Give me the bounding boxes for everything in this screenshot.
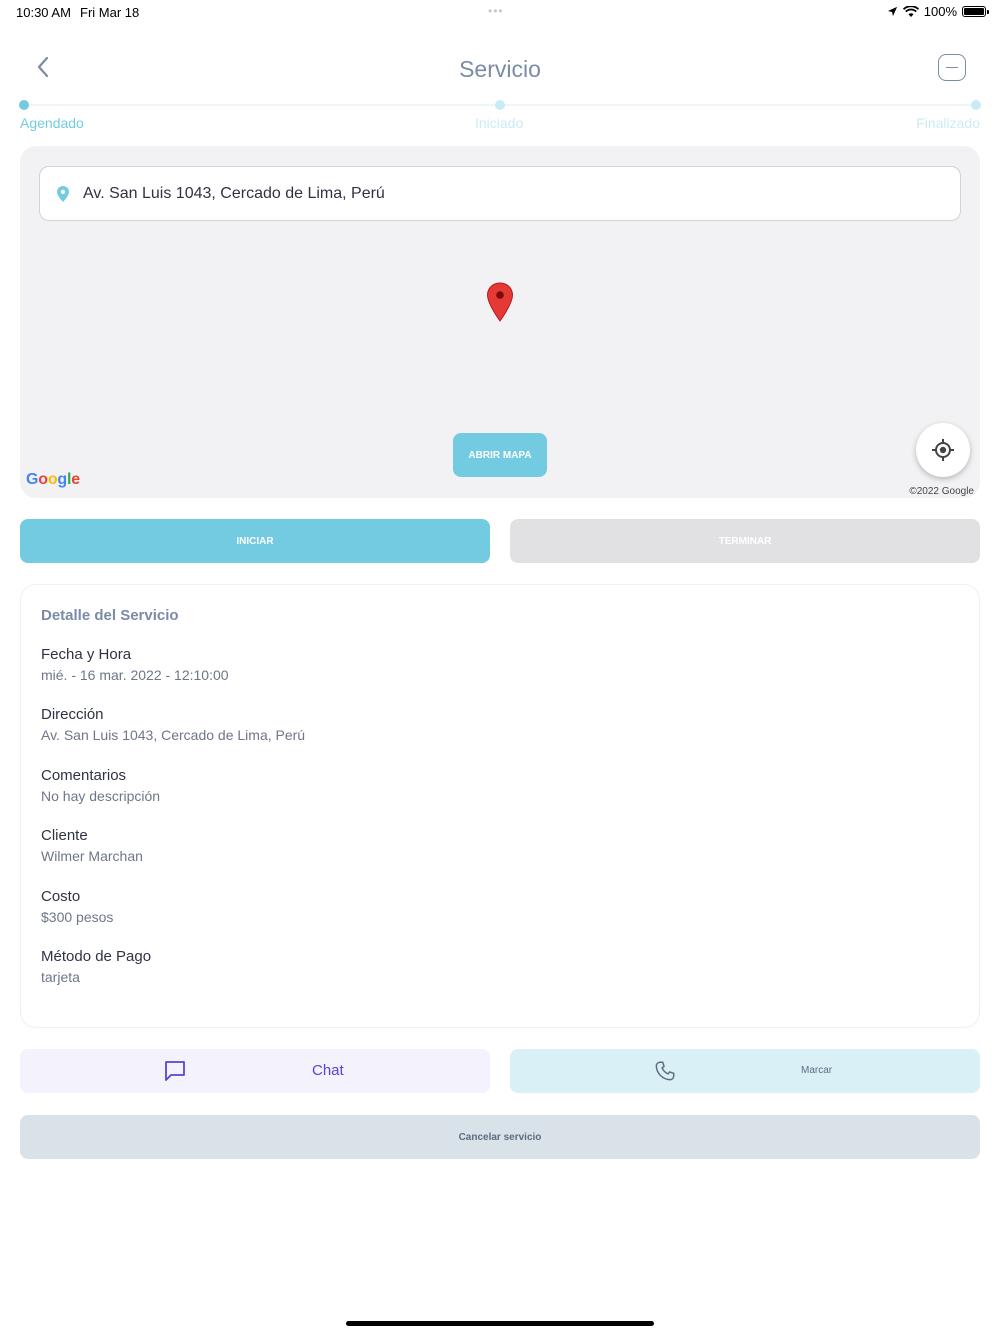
detail-item-date: Fecha y Hora mié. - 16 mar. 2022 - 12:10… xyxy=(41,646,229,683)
status-bar: 10:30 AM Fri Mar 18 ••• 100% xyxy=(0,0,1000,24)
battery-icon xyxy=(962,6,989,17)
chat-bubble-icon xyxy=(165,1061,185,1081)
detail-label: Costo xyxy=(41,888,81,905)
location-arrow-icon xyxy=(887,6,897,17)
detail-item-payment: Método de Pago tarjeta xyxy=(41,948,151,985)
detail-item-cost: Costo $300 pesos xyxy=(41,888,113,925)
multitasking-dots-icon[interactable]: ••• xyxy=(488,4,504,18)
home-indicator[interactable] xyxy=(346,1321,654,1326)
battery-percent: 100% xyxy=(923,4,957,19)
detail-value: No hay descripción xyxy=(41,788,161,804)
crosshair-icon xyxy=(932,439,954,461)
chat-label: Chat xyxy=(312,1062,344,1079)
google-logo: Google xyxy=(26,471,80,488)
status-time: 10:30 AM xyxy=(16,5,71,20)
service-detail-card: Detalle del Servicio Fecha y Hora mié. -… xyxy=(20,584,980,1028)
detail-value: $300 pesos xyxy=(41,909,114,925)
detail-value: tarjeta xyxy=(41,969,80,985)
detail-label: Cliente xyxy=(41,827,88,844)
detail-label: Fecha y Hora xyxy=(41,646,132,663)
map-view[interactable]: Av. San Luis 1043, Cercado de Lima, Perú… xyxy=(20,146,980,498)
step-label-agendado: Agendado xyxy=(20,115,84,131)
address-text: Av. San Luis 1043, Cercado de Lima, Perú xyxy=(83,184,385,202)
detail-item-comments: Comentarios No hay descripción xyxy=(41,767,160,804)
status-indicators: 100% xyxy=(887,4,989,19)
step-label-finalizado: Finalizado xyxy=(916,115,980,131)
detail-value: mié. - 16 mar. 2022 - 12:10:00 xyxy=(41,667,229,683)
cancel-service-button[interactable]: Cancelar servicio xyxy=(20,1115,980,1159)
step-dot-finalizado xyxy=(971,100,981,110)
location-pin-icon xyxy=(57,185,69,202)
open-map-button[interactable]: ABRIR MAPA xyxy=(453,433,547,477)
detail-title: Detalle del Servicio xyxy=(41,607,179,624)
detail-item-client: Cliente Wilmer Marchan xyxy=(41,827,143,864)
call-label: Marcar xyxy=(801,1065,833,1076)
step-dot-agendado xyxy=(19,100,29,110)
phone-icon xyxy=(655,1061,675,1081)
wifi-icon xyxy=(902,5,919,17)
detail-value: Av. San Luis 1043, Cercado de Lima, Perú xyxy=(41,727,306,743)
detail-item-address: Dirección Av. San Luis 1043, Cercado de … xyxy=(41,706,305,743)
minus-square-icon xyxy=(946,66,958,69)
detail-label: Método de Pago xyxy=(41,948,152,965)
page-title: Servicio xyxy=(459,56,541,82)
options-button[interactable] xyxy=(938,54,966,81)
chat-button[interactable]: Chat xyxy=(20,1049,490,1093)
detail-value: Wilmer Marchan xyxy=(41,848,143,864)
step-label-iniciado: Iniciado xyxy=(475,115,524,131)
map-copyright: ©2022 Google xyxy=(909,486,974,497)
detail-label: Comentarios xyxy=(41,767,127,784)
step-dot-iniciado xyxy=(495,100,505,110)
call-button[interactable]: Marcar xyxy=(510,1049,980,1093)
finish-button[interactable]: TERMINAR xyxy=(510,519,980,563)
detail-label: Dirección xyxy=(41,706,104,723)
map-marker-icon[interactable] xyxy=(486,282,514,322)
my-location-button[interactable] xyxy=(916,423,970,477)
start-button[interactable]: INICIAR xyxy=(20,519,490,563)
address-field[interactable]: Av. San Luis 1043, Cercado de Lima, Perú xyxy=(39,166,961,221)
status-date: Fri Mar 18 xyxy=(80,5,140,20)
